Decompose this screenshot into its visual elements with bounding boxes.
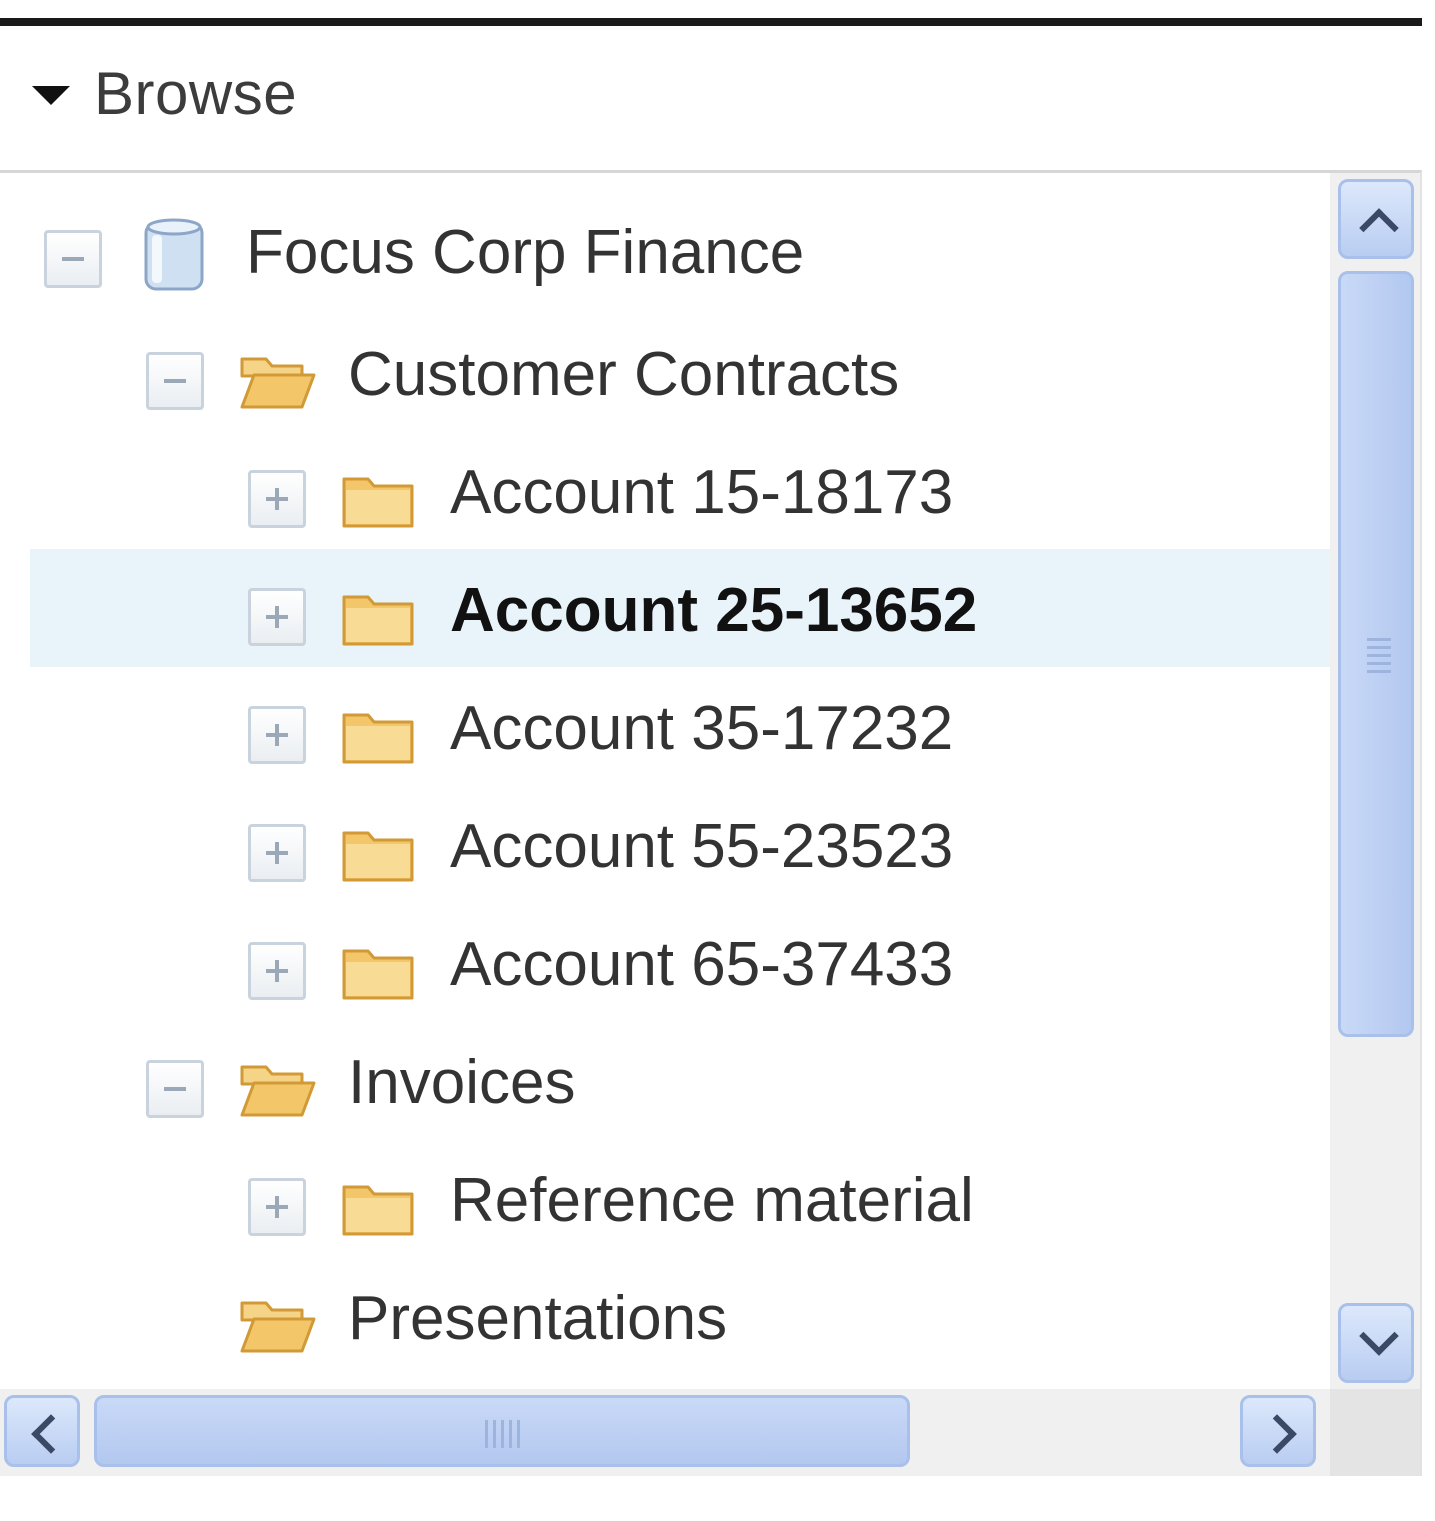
chevron-right-icon [1257,1414,1297,1454]
browse-section-toggle[interactable]: Browse [32,58,297,128]
scrollbar-corner [1330,1389,1420,1476]
tree-node-label: Account 55-23523 [450,812,954,881]
tree-node-label: Invoices [348,1048,576,1117]
folder-icon [336,929,420,1018]
tree-node[interactable]: Focus Corp Finance [30,191,1330,309]
collapse-toggle-icon[interactable] [146,352,204,410]
caret-down-icon [32,85,70,105]
tree-node-label: Presentations [348,1284,728,1353]
tree-node[interactable]: Customer Contracts [30,313,1330,431]
scroll-down-button[interactable] [1338,1303,1414,1383]
horizontal-scroll-thumb[interactable] [94,1395,910,1467]
folder-open-icon [234,339,318,428]
browse-title: Browse [94,59,298,127]
scroll-left-button[interactable] [4,1395,80,1467]
folder-icon [336,1165,420,1254]
top-divider [0,18,1422,26]
tree-node[interactable]: Account 15-18173 [30,431,1330,549]
horizontal-scrollbar[interactable] [0,1389,1330,1476]
folder-icon [336,811,420,900]
tree-node-label: Reference material [450,1166,974,1235]
folder-open-icon [234,1047,318,1136]
folder-icon [336,693,420,782]
chevron-up-icon [1359,208,1399,248]
tree-node[interactable]: Account 55-23523 [30,785,1330,903]
tree-panel: Focus Corp Finance Customer Contracts Acco… [0,170,1422,1476]
database-icon [132,213,216,302]
tree-node-label: Account 35-17232 [450,694,954,763]
expand-toggle-icon[interactable] [248,824,306,882]
expand-toggle-icon[interactable] [248,1178,306,1236]
folder-icon [336,575,420,664]
expand-toggle-icon[interactable] [248,942,306,1000]
tree-node-label: Customer Contracts [348,340,900,409]
chevron-left-icon [31,1414,71,1454]
tree-node-label: Account 25-13652 [450,576,978,645]
chevron-down-icon [1359,1316,1399,1356]
expand-toggle-icon[interactable] [248,588,306,646]
tree-node-label: Account 15-18173 [450,458,954,527]
collapse-toggle-icon[interactable] [44,230,102,288]
tree-node[interactable]: Account 65-37433 [30,903,1330,1021]
tree-node[interactable]: Presentations [30,1257,1330,1375]
tree-view: Focus Corp Finance Customer Contracts Acco… [0,173,1330,1389]
tree-node[interactable]: Invoices [30,1021,1330,1139]
vertical-scrollbar[interactable] [1330,173,1420,1389]
tree-node-label: Focus Corp Finance [246,218,805,287]
tree-node-label: Account 65-37433 [450,930,954,999]
collapse-toggle-icon[interactable] [146,1060,204,1118]
expand-toggle-icon[interactable] [248,706,306,764]
scroll-up-button[interactable] [1338,179,1414,259]
expand-toggle-icon[interactable] [248,470,306,528]
scroll-right-button[interactable] [1240,1395,1316,1467]
tree-node[interactable]: Reference material [30,1139,1330,1257]
folder-icon [336,457,420,546]
tree-node[interactable]: Account 25-13652 [30,549,1330,667]
tree-node[interactable]: Account 35-17232 [30,667,1330,785]
vertical-scroll-thumb[interactable] [1338,271,1414,1037]
folder-open-icon [234,1283,318,1372]
